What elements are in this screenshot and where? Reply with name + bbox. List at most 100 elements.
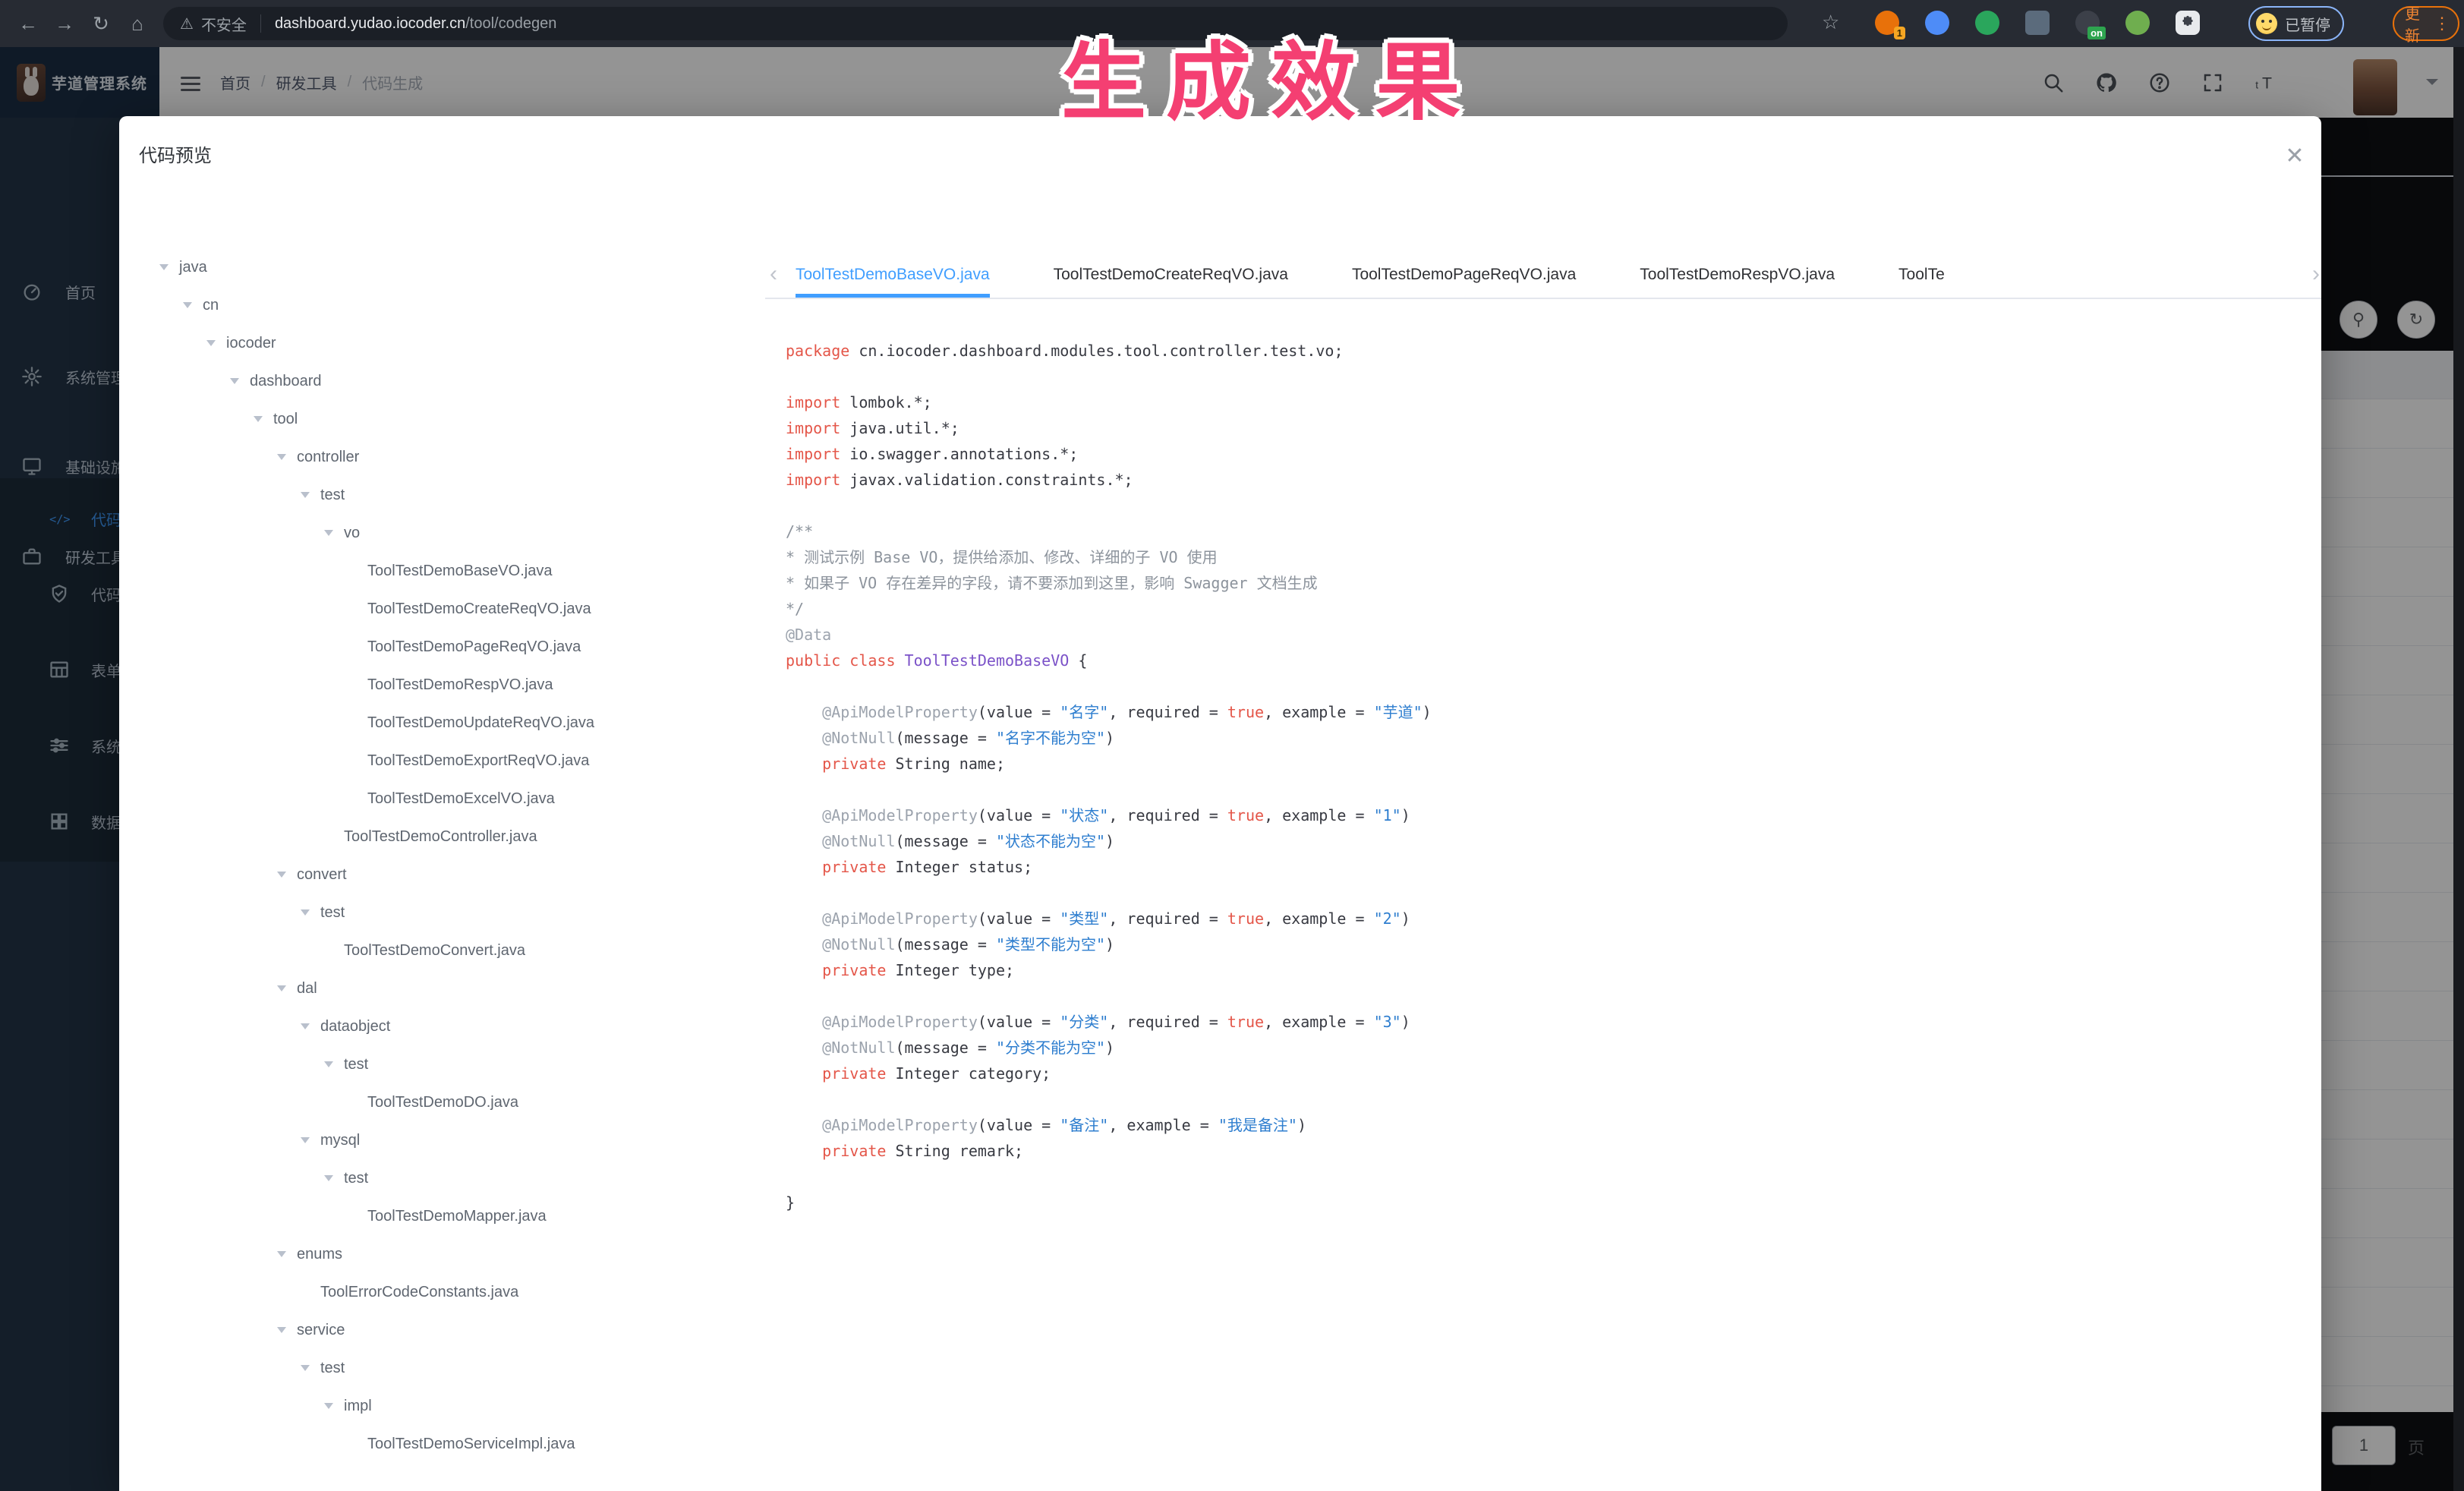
tree-node-label: test — [344, 1159, 368, 1197]
update-label: 更新 — [2405, 2, 2434, 46]
code-line: private Integer status; — [786, 854, 2296, 880]
tree-node-ToolTestDemoBaseVO.java[interactable]: ToolTestDemoBaseVO.java — [119, 552, 772, 590]
tree-node-label: ToolTestDemoDO.java — [367, 1083, 518, 1121]
tree-node-label: ToolTestDemoCreateReqVO.java — [367, 590, 591, 628]
caret-down-icon[interactable] — [324, 1061, 333, 1072]
tree-node-dal[interactable]: dal — [119, 969, 772, 1007]
caret-down-icon[interactable] — [324, 1403, 333, 1414]
paused-extension-pill[interactable]: 已暂停 — [2248, 6, 2344, 41]
tabs-scroll-left-icon[interactable]: ‹ — [770, 261, 777, 287]
extension-leaf-icon[interactable] — [2125, 11, 2150, 35]
tree-node-label: ToolTestDemoUpdateReqVO.java — [367, 704, 594, 742]
tree-node-service[interactable]: service — [119, 1311, 772, 1349]
tree-node-convert[interactable]: convert — [119, 856, 772, 894]
tabs-scroll-right-icon[interactable]: › — [2312, 261, 2320, 287]
caret-down-icon[interactable] — [301, 1137, 310, 1148]
code-line: private String remark; — [786, 1138, 2296, 1164]
tree-node-ToolErrorCodeConstants.java[interactable]: ToolErrorCodeConstants.java — [119, 1273, 772, 1311]
caret-down-icon[interactable] — [301, 909, 310, 920]
tree-node-iocoder[interactable]: iocoder — [119, 324, 772, 362]
tree-node-dataobject[interactable]: dataobject — [119, 1007, 772, 1045]
tree-node-ToolTestDemoCreateReqVO.java[interactable]: ToolTestDemoCreateReqVO.java — [119, 590, 772, 628]
extension-on-icon[interactable]: on — [2075, 11, 2100, 35]
caret-down-icon[interactable] — [301, 1365, 310, 1376]
tree-node-ToolTestDemoPageReqVO.java[interactable]: ToolTestDemoPageReqVO.java — [119, 628, 772, 666]
tree-node-test[interactable]: test — [119, 894, 772, 931]
code-viewer: package cn.iocoder.dashboard.modules.too… — [786, 338, 2296, 1461]
tree-node-label: test — [320, 894, 345, 931]
tree-node-test[interactable]: test — [119, 1159, 772, 1197]
caret-down-icon[interactable] — [301, 492, 310, 503]
tree-node-label: enums — [297, 1235, 342, 1273]
tree-node-ToolTestDemoDO.java[interactable]: ToolTestDemoDO.java — [119, 1083, 772, 1121]
forward-icon[interactable]: → — [52, 11, 77, 36]
home-icon[interactable]: ⌂ — [124, 11, 150, 36]
puzzle-icon[interactable] — [2176, 11, 2200, 35]
caret-down-icon[interactable] — [254, 416, 263, 427]
tree-node-label: dashboard — [250, 362, 322, 400]
tree-node-controller[interactable]: controller — [119, 438, 772, 476]
extension-green-icon[interactable] — [1975, 11, 1999, 35]
code-line: @NotNull(message = "名字不能为空") — [786, 725, 2296, 751]
caret-down-icon[interactable] — [277, 1251, 286, 1262]
tree-node-ToolTestDemoExcelVO.java[interactable]: ToolTestDemoExcelVO.java — [119, 780, 772, 818]
tree-node-ToolTestDemoMapper.java[interactable]: ToolTestDemoMapper.java — [119, 1197, 772, 1235]
code-line: @NotNull(message = "分类不能为空") — [786, 1035, 2296, 1061]
tree-node-enums[interactable]: enums — [119, 1235, 772, 1273]
tree-node-vo[interactable]: vo — [119, 514, 772, 552]
tree-node-java[interactable]: java — [119, 248, 772, 286]
tree-node-ToolTestDemoRespVO.java[interactable]: ToolTestDemoRespVO.java — [119, 666, 772, 704]
page-scrollbar[interactable] — [2453, 47, 2464, 1491]
tree-node-label: dal — [297, 969, 317, 1007]
tree-node-ToolTestDemoUpdateReqVO.java[interactable]: ToolTestDemoUpdateReqVO.java — [119, 704, 772, 742]
caret-down-icon[interactable] — [324, 530, 333, 541]
caret-down-icon[interactable] — [301, 1023, 310, 1034]
bookmark-star-icon[interactable]: ☆ — [1822, 11, 1839, 34]
tree-node-tool[interactable]: tool — [119, 400, 772, 438]
tab-ToolTestDemoBaseVO.java[interactable]: ToolTestDemoBaseVO.java — [796, 266, 990, 298]
caret-down-icon[interactable] — [324, 1175, 333, 1186]
tree-node-impl[interactable]: impl — [119, 1387, 772, 1425]
tree-node-label: iocoder — [226, 324, 276, 362]
tree-node-ToolTestDemoConvert.java[interactable]: ToolTestDemoConvert.java — [119, 931, 772, 969]
tab-ToolTestDemoRespVO.java[interactable]: ToolTestDemoRespVO.java — [1640, 266, 1835, 298]
tree-node-label: ToolTestDemoExcelVO.java — [367, 780, 555, 818]
code-line: @NotNull(message = "状态不能为空") — [786, 828, 2296, 854]
extension-badge: 1 — [1894, 27, 1905, 39]
tab-ToolTe[interactable]: ToolTe — [1898, 266, 1945, 298]
tree-node-ToolTestDemoExportReqVO.java[interactable]: ToolTestDemoExportReqVO.java — [119, 742, 772, 780]
caret-down-icon[interactable] — [277, 1327, 286, 1338]
tree-node-test[interactable]: test — [119, 1349, 772, 1387]
tree-node-ToolTestDemoController.java[interactable]: ToolTestDemoController.java — [119, 818, 772, 856]
tree-node-cn[interactable]: cn — [119, 286, 772, 324]
tab-ToolTestDemoPageReqVO.java[interactable]: ToolTestDemoPageReqVO.java — [1352, 266, 1576, 298]
caret-down-icon[interactable] — [159, 264, 169, 275]
tree-node-dashboard[interactable]: dashboard — [119, 362, 772, 400]
tree-node-mysql[interactable]: mysql — [119, 1121, 772, 1159]
browser-update-button[interactable]: 更新 ⋮ — [2393, 6, 2459, 41]
reload-icon[interactable]: ↻ — [88, 11, 114, 36]
browser-menu-icon[interactable]: ⋮ — [2434, 14, 2450, 33]
code-line: private Integer category; — [786, 1061, 2296, 1086]
caret-down-icon[interactable] — [277, 454, 286, 465]
caret-down-icon[interactable] — [277, 872, 286, 882]
extension-grid-icon[interactable] — [2025, 11, 2050, 35]
caret-down-icon[interactable] — [206, 340, 216, 351]
caret-down-icon[interactable] — [183, 302, 192, 313]
caret-down-icon[interactable] — [230, 378, 239, 389]
tree-node-test[interactable]: test — [119, 476, 772, 514]
tree-node-label: ToolTestDemoPageReqVO.java — [367, 628, 581, 666]
code-line: public class ToolTestDemoBaseVO { — [786, 648, 2296, 673]
tree-node-label: test — [344, 1045, 368, 1083]
extension-blue-icon[interactable] — [1925, 11, 1949, 35]
tree-node-ToolTestDemoServiceImpl.java[interactable]: ToolTestDemoServiceImpl.java — [119, 1425, 772, 1463]
back-icon[interactable]: ← — [15, 11, 41, 36]
extension-orange-icon[interactable]: 1 — [1875, 11, 1899, 35]
code-line — [786, 880, 2296, 906]
tree-node-test[interactable]: test — [119, 1045, 772, 1083]
tab-ToolTestDemoCreateReqVO.java[interactable]: ToolTestDemoCreateReqVO.java — [1054, 266, 1288, 298]
address-bar[interactable]: ⚠ 不安全 dashboard.yudao.iocoder.cn/tool/co… — [163, 7, 1788, 40]
caret-down-icon[interactable] — [277, 985, 286, 996]
close-icon[interactable]: ✕ — [2281, 142, 2308, 169]
generation-effect-annotation: 生成效果 — [1061, 14, 1480, 137]
